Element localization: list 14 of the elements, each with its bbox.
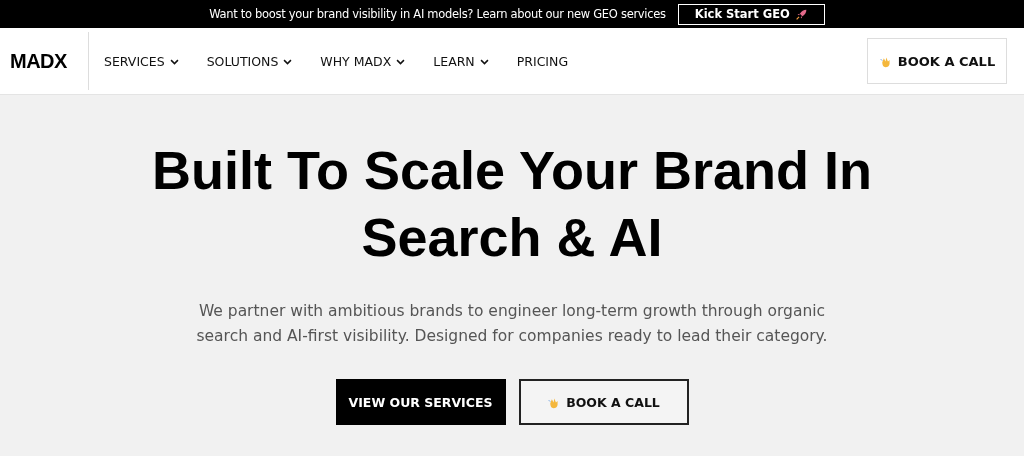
rocket-icon bbox=[794, 7, 808, 21]
nav-item[interactable]: SOLUTIONS bbox=[206, 53, 294, 69]
book-call-button[interactable]: BOOK A CALL bbox=[867, 38, 1007, 84]
hero-title: Built To Scale Your Brand In Search & AI bbox=[151, 139, 873, 269]
book-call-button[interactable]: BOOK A CALL bbox=[518, 379, 689, 425]
view-services-button[interactable]: VIEW OUR SERVICES bbox=[335, 379, 506, 425]
announcement-text: Want to boost your brand visibility in AI models? Learn about our new GEO services bbox=[209, 7, 666, 21]
nav-item[interactable]: LEARN bbox=[433, 53, 490, 69]
nav-item[interactable]: PRICING bbox=[516, 53, 569, 69]
logo[interactable]: MADX bbox=[0, 32, 89, 90]
kick-start-button[interactable]: Kick Start GEO bbox=[677, 3, 825, 25]
nav-item[interactable]: WHY MADX bbox=[320, 53, 407, 69]
nav-item[interactable]: SERVICES bbox=[104, 53, 180, 69]
hero-description: We partner with ambitious brands to engineer long-term growth through organic search and AI-first visibility. Designed for companies ready to lead their category. bbox=[195, 301, 829, 347]
